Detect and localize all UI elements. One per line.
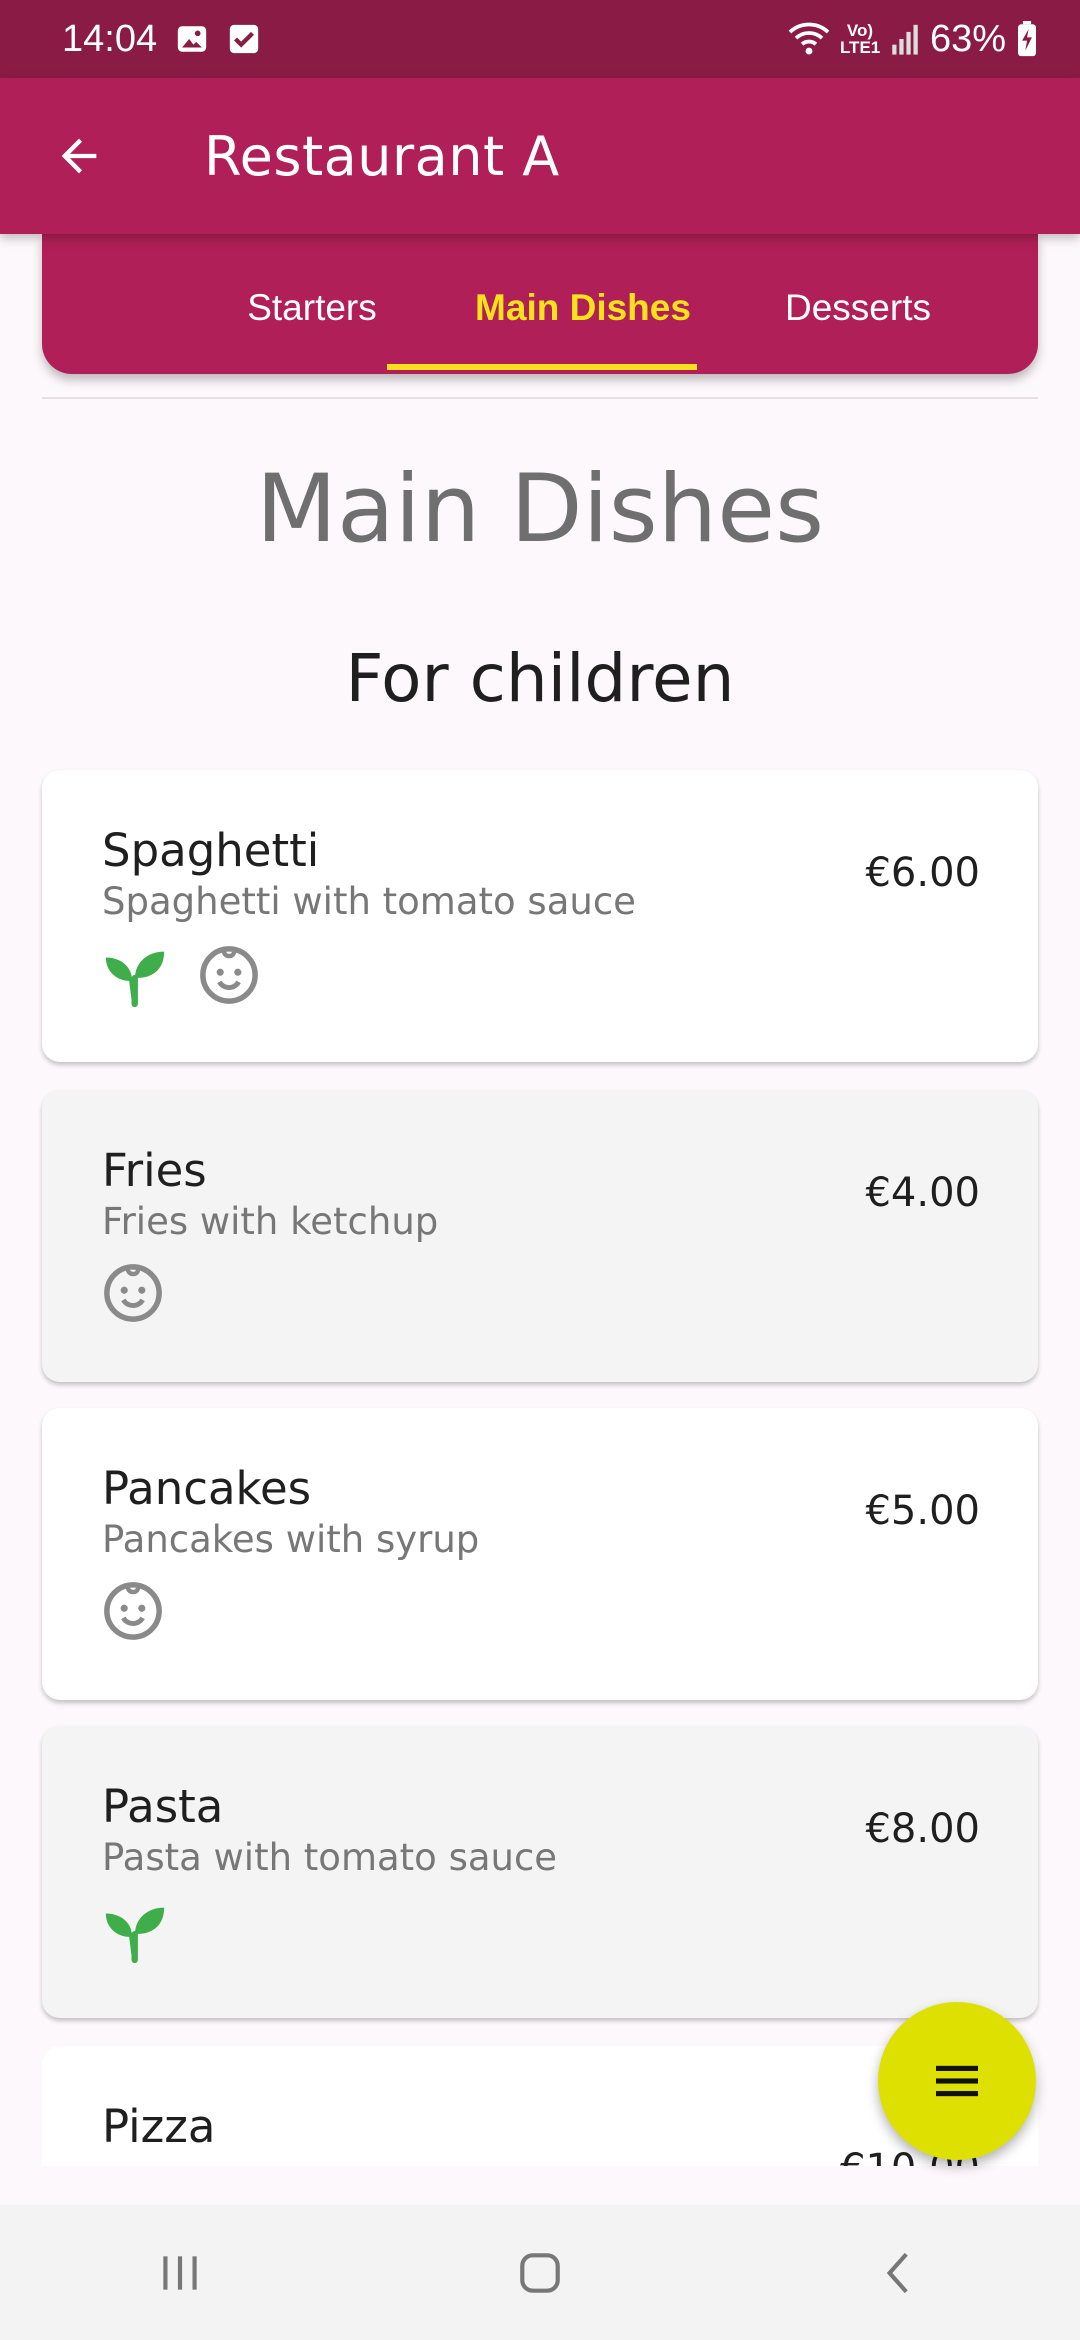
dish-description: Pancakes with syrup [102,1518,480,1561]
app-bar: Restaurant A [0,78,1080,234]
dish-card-pancakes[interactable]: Pancakes Pancakes with syrup €5.00 [42,1408,1038,1700]
arrow-back-icon [61,138,97,174]
dish-name: Pancakes [102,1462,312,1515]
back-button[interactable] [44,121,114,191]
dish-price: €5.00 [865,1488,980,1534]
dish-name: Spaghetti [102,824,320,877]
battery-charging-icon [1018,21,1036,57]
vegetarian-sprout-icon [105,951,165,1008]
signal-icon [892,24,918,55]
dish-price: €8.00 [865,1806,980,1852]
dish-name: Pasta [102,1780,224,1833]
tab-indicator [387,364,697,370]
status-time: 14:04 [62,17,158,60]
wifi-icon [788,22,830,55]
status-bar: 14:04 Vo) LTE1 63% [0,0,1080,78]
scroll-edge [0,2166,1080,2206]
dish-name: Pizza [102,2100,216,2153]
dish-description: Fries with ketchup [102,1200,439,1243]
menu-icon [936,2065,978,2097]
dish-card-pasta[interactable]: Pasta Pasta with tomato sauce €8.00 [42,1726,1038,2018]
menu-fab-button[interactable] [878,2002,1036,2160]
dish-price: €4.00 [865,1170,980,1216]
battery-percent: 63% [929,17,1006,60]
page-title: Main Dishes [255,455,825,564]
child-face-icon [104,1264,162,1322]
back-icon [886,2252,908,2293]
section-title: For children [345,640,735,717]
home-button[interactable] [480,2223,600,2323]
child-face-icon [200,946,258,1004]
home-icon [520,2252,560,2293]
gallery-icon [177,26,207,52]
system-nav-bar [0,2205,1080,2340]
dish-description: Pasta with tomato sauce [102,1836,558,1879]
back-nav-button[interactable] [840,2223,960,2323]
dish-description: Spaghetti with tomato sauce [102,880,636,923]
tab-desserts[interactable]: Desserts [718,278,998,338]
dish-name: Fries [102,1144,207,1197]
dish-card-spaghetti[interactable]: Spaghetti Spaghetti with tomato sauce €6… [42,770,1038,1062]
vegetarian-sprout-icon [105,1907,165,1964]
recent-apps-icon [163,2255,197,2290]
volte-icon: Vo) LTE1 [839,21,881,57]
tab-bar: Starters Main Dishes Desserts [42,234,1038,374]
dish-price: €6.00 [865,850,980,896]
recent-apps-button[interactable] [120,2223,240,2323]
child-face-icon [104,1582,162,1640]
checkbox-icon [229,24,259,54]
divider [42,397,1038,399]
app-title: Restaurant A [204,124,560,188]
dish-card-fries[interactable]: Fries Fries with ketchup €4.00 [42,1090,1038,1382]
